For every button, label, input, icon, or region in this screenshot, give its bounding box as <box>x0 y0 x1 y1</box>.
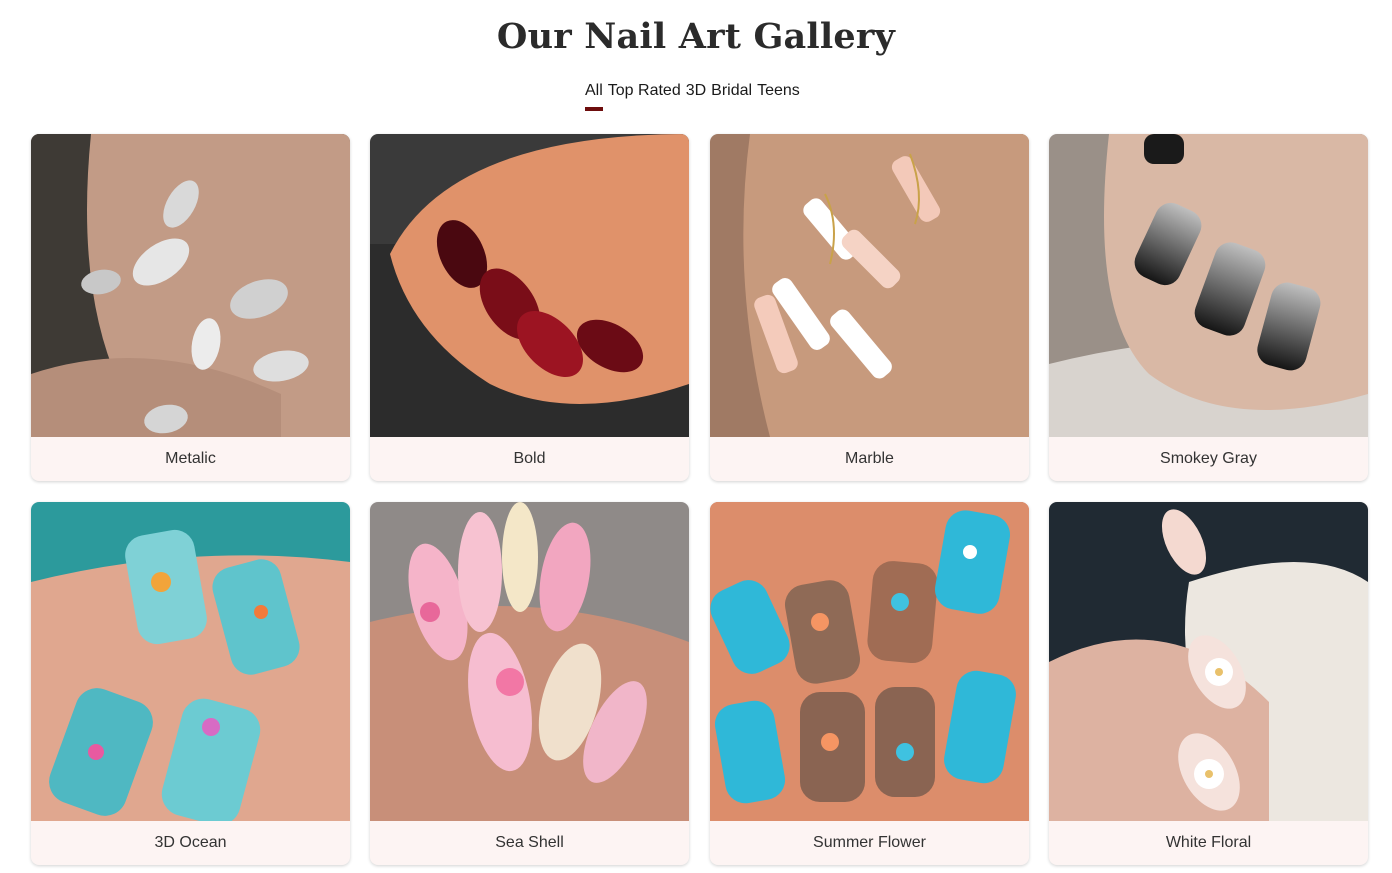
gallery-card-sea-shell[interactable]: Sea Shell <box>370 502 689 865</box>
card-label: Smokey Gray <box>1160 450 1257 467</box>
filter-tabs: All Top Rated 3D Bridal Teens <box>585 82 800 112</box>
gallery-card-smokey-gray[interactable]: Smokey Gray <box>1049 134 1368 481</box>
page-title: Our Nail Art Gallery <box>496 16 896 57</box>
nail-photo-metalic <box>31 134 350 437</box>
card-label: Bold <box>513 450 546 467</box>
nail-photo-3d-ocean <box>31 502 350 821</box>
tab-top-rated[interactable]: Top Rated <box>608 82 681 112</box>
card-label: Marble <box>845 450 894 467</box>
card-label: Sea Shell <box>495 834 564 851</box>
card-label: Metalic <box>165 450 216 467</box>
nail-photo-summer-flower <box>710 502 1029 821</box>
nail-photo-smokey-gray <box>1049 134 1368 437</box>
gallery-card-bold[interactable]: Bold <box>370 134 689 481</box>
nail-photo-white-floral <box>1049 502 1368 821</box>
nail-gallery-page: Our Nail Art Gallery All Top Rated 3D Br… <box>0 0 1392 873</box>
active-tab-indicator <box>585 107 603 111</box>
card-label: Summer Flower <box>813 834 926 851</box>
gallery-card-metalic[interactable]: Metalic <box>31 134 350 481</box>
gallery-card-summer-flower[interactable]: Summer Flower <box>710 502 1029 865</box>
tab-bridal[interactable]: Bridal <box>711 82 752 112</box>
nail-photo-marble <box>710 134 1029 437</box>
tab-teens[interactable]: Teens <box>757 82 800 112</box>
gallery-card-3d-ocean[interactable]: 3D Ocean <box>31 502 350 865</box>
tab-3d[interactable]: 3D <box>686 82 706 112</box>
nail-photo-sea-shell <box>370 502 689 821</box>
card-label: White Floral <box>1165 834 1252 851</box>
gallery-card-marble[interactable]: Marble <box>710 134 1029 481</box>
gallery-card-white-floral[interactable]: White Floral <box>1049 502 1368 865</box>
nail-photo-bold <box>370 134 689 437</box>
card-label: 3D Ocean <box>154 834 227 851</box>
